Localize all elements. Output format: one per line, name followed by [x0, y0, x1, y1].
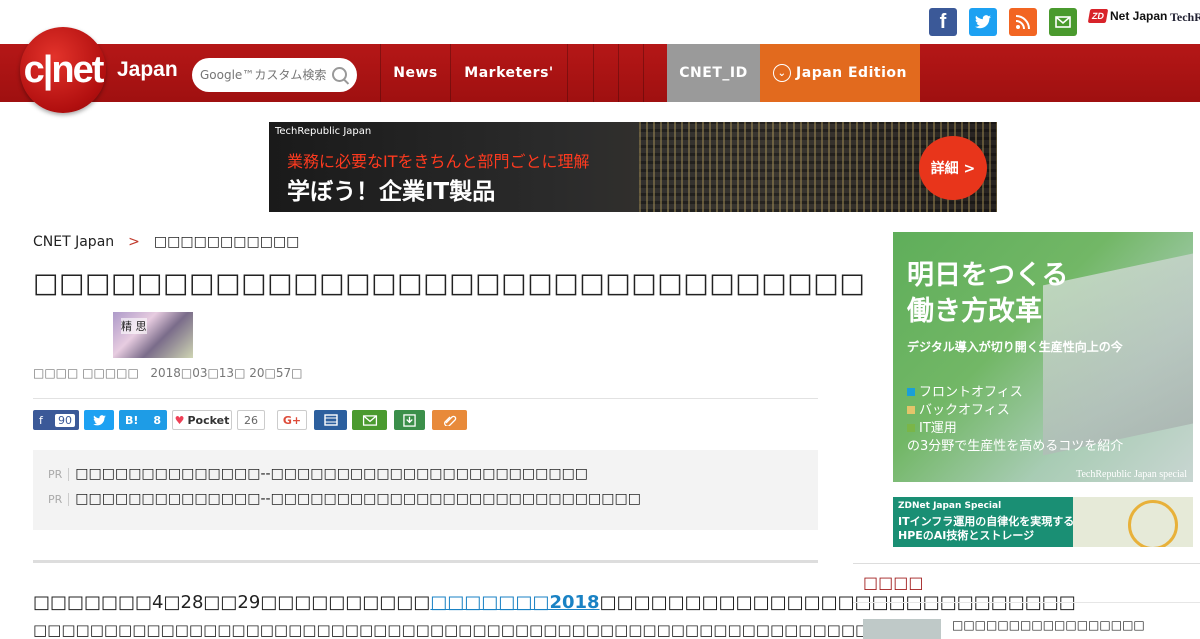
banner-label: TechRepublic Japan	[275, 126, 372, 137]
mail-icon	[362, 414, 377, 426]
print-button[interactable]	[314, 410, 347, 430]
nav-cnet-id[interactable]: CNET_ID	[667, 44, 760, 102]
bullet-icon	[907, 388, 915, 396]
divider	[853, 602, 1200, 603]
banner-details-button[interactable]: 詳細 >	[919, 136, 987, 200]
nav-item-6[interactable]	[643, 44, 667, 102]
ring-graphic	[1128, 500, 1178, 547]
pr-links-box: PR □□□□□□□□□□□□□□--□□□□□□□□□□□□□□□□□□□□□…	[33, 450, 818, 530]
breadcrumb-separator: >	[128, 234, 140, 250]
pr-link-text[interactable]: □□□□□□□□□□□□□□--□□□□□□□□□□□□□□□□□□□□□□□□	[75, 466, 588, 482]
nav-item-5[interactable]	[618, 44, 643, 102]
share-google-plus-button[interactable]: G+	[277, 410, 307, 430]
sidebar-section-title: □□□□	[863, 573, 924, 592]
ad-list-item: バックオフィス	[907, 402, 1123, 420]
pr-tag: PR	[48, 492, 70, 506]
byline-author: □□□□ □□□□□	[33, 366, 139, 380]
sidebar-ad-zdnet-special[interactable]: ZDNet Japan Special ITインフラ運用の自律化を実現する HP…	[893, 497, 1193, 547]
zdnet-japan-link[interactable]: ZD Net Japan	[1087, 9, 1168, 23]
social-strip: f ZD Net Japan TechRe	[0, 0, 1200, 44]
pr-link-text[interactable]: □□□□□□□□□□□□□□--□□□□□□□□□□□□□□□□□□□□□□□□…	[75, 491, 641, 507]
zdnet-logo: ZD	[1087, 9, 1109, 23]
article-body: □□□□□□□4□28□□29□□□□□□□□□□□□□□□□□2018□□□□…	[33, 590, 1076, 616]
pr-tag: PR	[48, 467, 70, 481]
clip-button[interactable]	[432, 410, 467, 430]
hatena-count: 8	[153, 413, 161, 427]
breadcrumb-home[interactable]: CNET Japan	[33, 234, 114, 250]
share-facebook-button[interactable]: f 90	[33, 410, 79, 430]
share-mail-button[interactable]	[352, 410, 387, 430]
article-thumbnail: 精 思	[113, 312, 193, 358]
pocket-icon: ♥	[174, 413, 185, 427]
bullet-icon	[907, 424, 915, 432]
download-icon	[403, 413, 416, 427]
nav-item-4[interactable]	[593, 44, 618, 102]
ad-footer: TechRepublic Japan special	[1076, 469, 1187, 480]
print-icon	[323, 414, 338, 426]
nav-japan-edition[interactable]: ⌄ Japan Edition	[760, 44, 920, 102]
body-text-prefix: □□□□□□□4□28□□29□□□□□□□□□□	[33, 592, 431, 613]
divider	[853, 563, 1200, 564]
divider	[33, 398, 818, 399]
body-text-line: □□□□□□□□□□□□□□□□□□□□□□□□□□□□□□□□□□□□□□□□…	[33, 621, 884, 639]
pocket-label: Pocket	[187, 413, 230, 427]
pr-link[interactable]: PR □□□□□□□□□□□□□□--□□□□□□□□□□□□□□□□□□□□□…	[48, 491, 641, 507]
logo-japan-label: Japan	[117, 58, 178, 81]
facebook-share-count: 90	[55, 413, 75, 427]
edition-label: Japan Edition	[796, 65, 907, 81]
share-twitter-button[interactable]	[84, 410, 114, 430]
twitter-icon	[92, 414, 106, 425]
facebook-icon[interactable]: f	[929, 8, 957, 36]
pocket-count: 26	[237, 410, 265, 430]
ad-list-item: フロントオフィス	[907, 384, 1123, 402]
article-title: □□□□□□□□□□□□□□□□□□□□□□□□□□□□□□□□	[33, 268, 866, 299]
byline-date: 2018□03□13□ 20□57□	[150, 366, 303, 380]
search-icon[interactable]	[332, 67, 347, 82]
nav-marketers[interactable]: Marketers'	[450, 44, 567, 102]
ad-headline: ITインフラ運用の自律化を実現する HPEのAI技術とストレージ	[898, 515, 1075, 542]
byline: □□□□ □□□□□ 2018□03□13□ 20□57□	[33, 366, 302, 380]
divider	[33, 560, 818, 563]
breadcrumb-current[interactable]: □□□□□□□□□□□	[154, 234, 300, 250]
ad-label: ZDNet Japan Special	[898, 501, 1002, 511]
paperclip-icon	[443, 415, 456, 426]
nav-news[interactable]: News	[380, 44, 450, 102]
body-link[interactable]: □□□□□□□2018	[430, 592, 599, 613]
hatena-icon: B!	[125, 413, 139, 427]
ad-list-item: IT運用	[907, 420, 1123, 438]
breadcrumb: CNET Japan > □□□□□□□□□□□	[33, 234, 299, 250]
banner-tagline: 業務に必要なITをきちんと部門ごとに理解	[287, 152, 590, 171]
ad-list-tail: の3分野で生産性を高めるコツを紹介	[907, 439, 1124, 454]
cnet-logo[interactable]: c|net	[20, 27, 106, 113]
rss-icon[interactable]	[1009, 8, 1037, 36]
pr-link[interactable]: PR □□□□□□□□□□□□□□--□□□□□□□□□□□□□□□□□□□□□…	[48, 466, 588, 482]
sidebar-item-thumbnail[interactable]	[863, 619, 941, 639]
techrepublic-link[interactable]: TechRe	[1170, 10, 1200, 25]
save-button[interactable]	[394, 410, 425, 430]
chevron-down-icon: ⌄	[773, 64, 792, 82]
ad-subhead: デジタル導入が切り開く生産性向上の今	[907, 340, 1123, 354]
search-box	[192, 58, 357, 92]
share-pocket-button[interactable]: ♥ Pocket	[172, 410, 232, 430]
banner-ad[interactable]: TechRepublic Japan 業務に必要なITをきちんと部門ごとに理解 …	[269, 122, 997, 212]
sidebar-ad-workstyle[interactable]: 明日をつくる 働き方改革 デジタル導入が切り開く生産性向上の今 フロントオフィス…	[893, 232, 1193, 482]
zdnet-label: Net Japan	[1110, 9, 1168, 23]
bullet-icon	[907, 406, 915, 414]
banner-headline: 学ぼう！企業IT製品	[287, 179, 496, 205]
share-hatena-button[interactable]: B! 8	[119, 410, 167, 430]
ad-list: フロントオフィス バックオフィス IT運用 の3分野で生産性を高めるコツを紹介	[907, 384, 1123, 456]
facebook-icon: f	[39, 413, 43, 427]
mail-icon[interactable]	[1049, 8, 1077, 36]
thumbnail-caption: 精 思	[121, 318, 147, 334]
search-input[interactable]	[198, 67, 332, 83]
nav-item-3[interactable]	[567, 44, 593, 102]
ad-headline: 明日をつくる 働き方改革	[907, 260, 1069, 327]
twitter-icon[interactable]	[969, 8, 997, 36]
